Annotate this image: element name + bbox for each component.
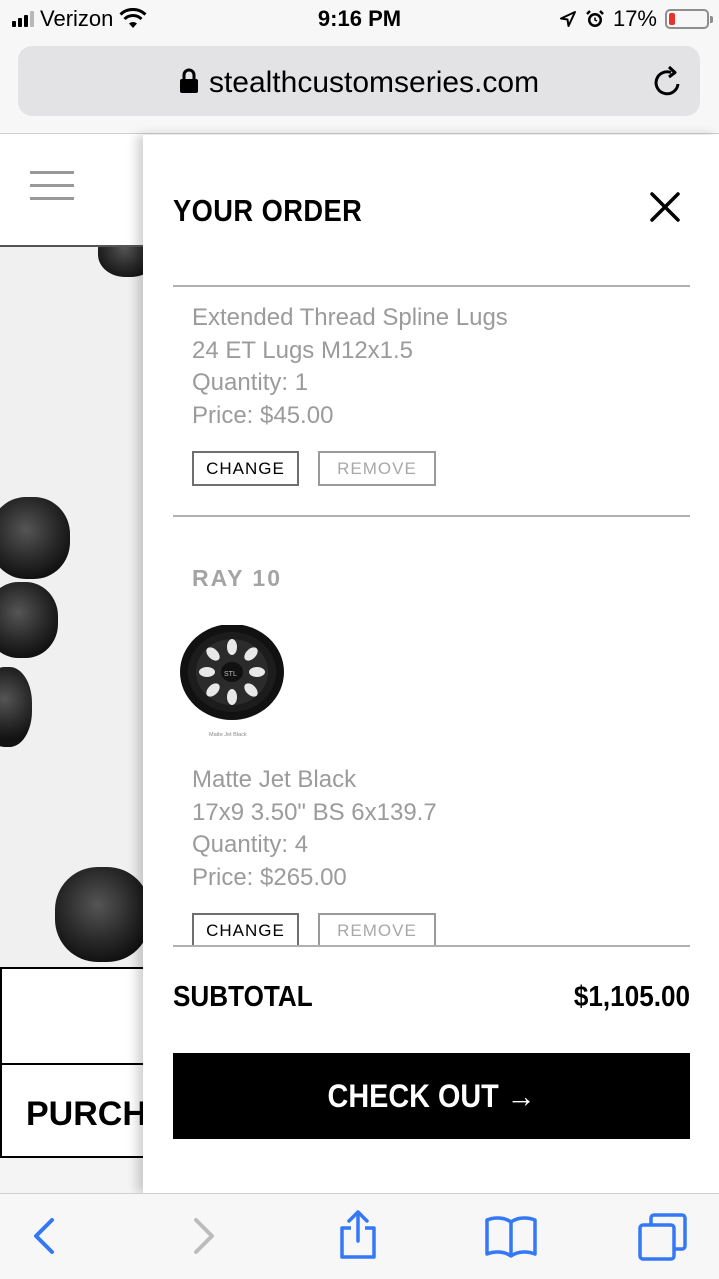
battery-percent: 17% <box>612 6 657 31</box>
lock-icon <box>179 68 198 93</box>
item-name: Matte Jet Black <box>192 766 357 793</box>
product-photo <box>0 247 150 967</box>
purchase-button[interactable]: PURCHA <box>0 1063 171 1158</box>
change-button[interactable]: CHANGE <box>192 451 299 486</box>
checkout-label: CHECK OUT → <box>327 1078 536 1114</box>
location-icon <box>559 11 576 27</box>
close-icon[interactable] <box>648 190 682 224</box>
forward-icon[interactable] <box>190 1216 218 1256</box>
browser-toolbar <box>0 1193 719 1279</box>
checkout-button[interactable]: CHECK OUT → <box>173 1053 690 1139</box>
divider <box>173 285 690 287</box>
order-item: Extended Thread Spline Lugs 24 ET Lugs M… <box>192 302 508 432</box>
divider <box>173 945 690 947</box>
remove-button[interactable]: REMOVE <box>318 451 436 486</box>
address-bar[interactable]: stealthcustomseries.com <box>18 46 700 116</box>
alarm-icon <box>586 10 604 27</box>
change-button[interactable]: CHANGE <box>192 913 299 948</box>
url-text: stealthcustomseries.com <box>208 66 540 99</box>
item-price: Price: $265.00 <box>192 863 347 891</box>
drawer-title: YOUR ORDER <box>173 193 363 228</box>
divider <box>173 515 690 517</box>
item-name: Extended Thread Spline Lugs <box>192 304 508 331</box>
wheel-caption: Matte Jet Black <box>209 732 247 738</box>
share-icon[interactable] <box>337 1210 379 1260</box>
order-item: Matte Jet Black 17x9 3.50" BS 6x139.7 Qu… <box>192 764 437 894</box>
product-name: RAY 10 <box>192 565 283 591</box>
bookmarks-icon[interactable] <box>484 1214 538 1258</box>
back-icon[interactable] <box>30 1216 58 1256</box>
browser-address-area: stealthcustomseries.com <box>0 40 719 134</box>
item-quantity: Quantity: 1 <box>192 369 309 396</box>
background-box <box>0 967 150 1063</box>
battery-icon <box>665 9 713 29</box>
item-variant: 17x9 3.50" BS 6x139.7 <box>192 798 437 826</box>
subtotal-label: SUBTOTAL <box>173 981 313 1013</box>
svg-text:STL: STL <box>224 671 237 678</box>
url-display[interactable]: stealthcustomseries.com <box>18 66 700 100</box>
reload-icon[interactable] <box>652 64 684 98</box>
remove-button[interactable]: REMOVE <box>318 913 436 948</box>
subtotal-value: $1,105.00 <box>573 981 690 1013</box>
item-quantity: Quantity: 4 <box>192 831 309 858</box>
menu-icon[interactable] <box>30 171 74 203</box>
status-right: 17% <box>559 6 713 32</box>
item-variant: 24 ET Lugs M12x1.5 <box>192 336 414 364</box>
item-price: Price: $45.00 <box>192 401 334 429</box>
battery-level <box>669 13 675 25</box>
tabs-icon[interactable] <box>637 1212 689 1262</box>
order-drawer: YOUR ORDER Extended Thread Spline Lugs 2… <box>143 135 719 1193</box>
wheel-image: STL Matte Jet Black <box>180 625 284 738</box>
status-bar: Verizon 9:16 PM 17% <box>0 0 719 40</box>
